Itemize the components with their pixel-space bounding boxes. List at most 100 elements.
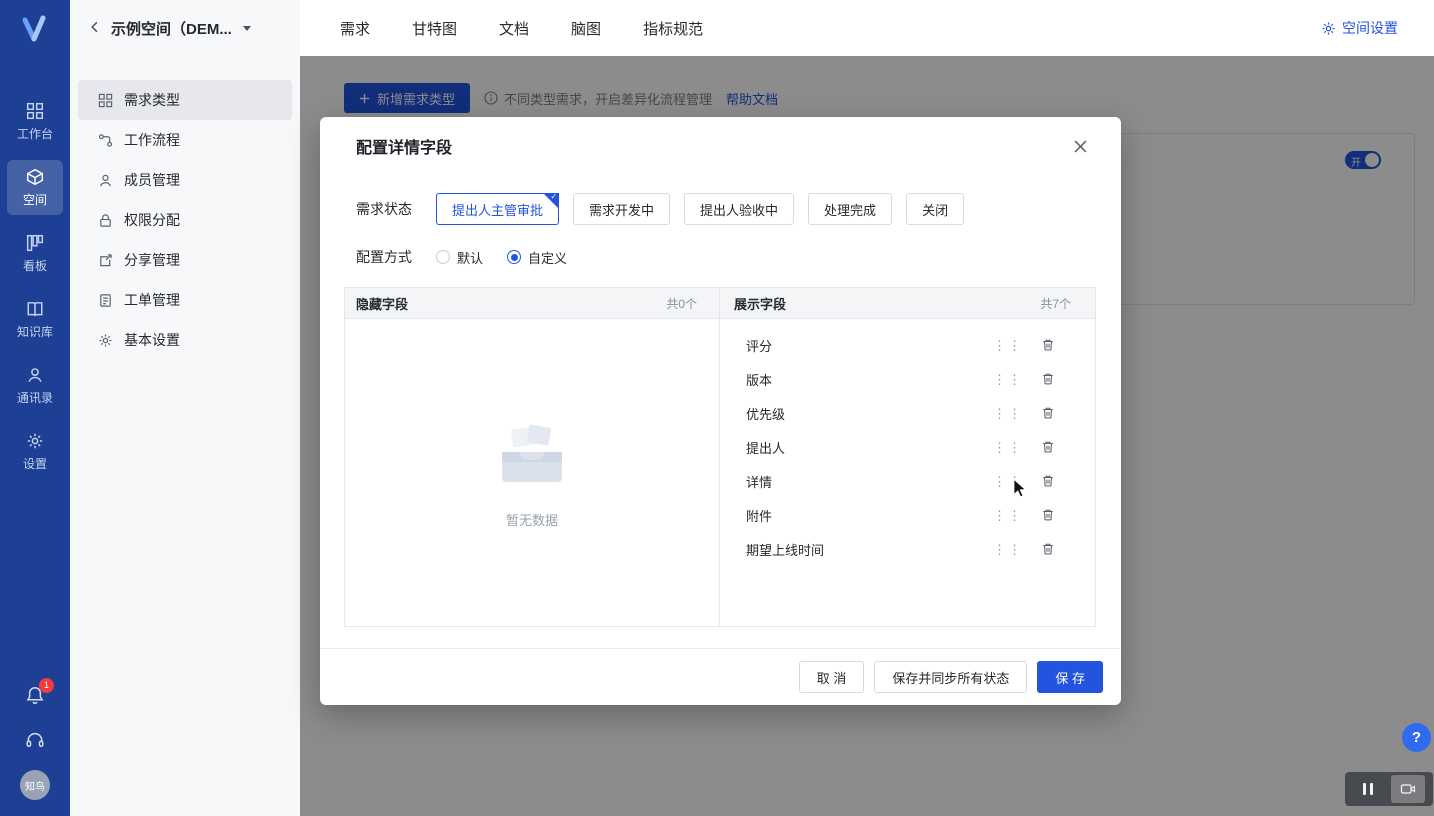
field-label: 版本 [746, 372, 773, 388]
sidebar-item-workflow[interactable]: 工作流程 [78, 120, 292, 160]
cancel-button[interactable]: 取 消 [798, 661, 865, 693]
drag-handle-icon[interactable]: ⋮⋮ [993, 373, 1023, 386]
field-row: 评分 ⋮⋮ [720, 328, 1095, 362]
tab-documents[interactable]: 文档 [499, 18, 529, 39]
pause-icon [1363, 783, 1366, 795]
drag-handle-icon[interactable]: ⋮⋮ [993, 509, 1023, 522]
knowledge-book-icon [27, 302, 43, 317]
radio-circle [436, 250, 450, 264]
status-tab-closed[interactable]: 关闭 [906, 193, 965, 225]
sidebar-item-space[interactable]: 空间 [7, 160, 63, 215]
trash-icon [1043, 475, 1053, 487]
app-logo-icon [22, 15, 46, 42]
modal-footer: 取 消 保存并同步所有状态 保 存 [320, 648, 1121, 705]
recorder-pause-button[interactable] [1345, 783, 1391, 795]
sidebar-item-kanban[interactable]: 看板 [7, 226, 63, 281]
drag-handle-icon[interactable]: ⋮⋮ [993, 339, 1023, 352]
sidebar-item-settings[interactable]: 设置 [7, 424, 63, 479]
sidebar-item-requirement-types[interactable]: 需求类型 [78, 80, 292, 120]
tab-gantt[interactable]: 甘特图 [412, 18, 457, 39]
tab-requirements[interactable]: 需求 [340, 18, 370, 39]
drag-handle-icon[interactable]: ⋮⋮ [993, 543, 1023, 556]
field-row: 附件 ⋮⋮ [720, 498, 1095, 532]
space-settings-gear-icon [1322, 22, 1335, 34]
sidebar-item-contacts[interactable]: 通讯录 [7, 358, 63, 413]
sidebar-item-tickets[interactable]: 工单管理 [78, 280, 292, 320]
sidebar-item-label: 知识库 [16, 325, 53, 339]
delete-field-button[interactable] [1041, 508, 1055, 522]
chevron-down-icon[interactable] [242, 25, 251, 31]
delete-field-button[interactable] [1041, 542, 1055, 556]
empty-state-text: 暂无数据 [505, 513, 558, 528]
delete-field-button[interactable] [1041, 406, 1055, 420]
camera-icon [1400, 784, 1416, 794]
workflow-icon [98, 133, 113, 147]
radio-custom[interactable]: 自定义 [507, 248, 567, 267]
recorder-camera-button[interactable] [1391, 775, 1425, 803]
notifications-button[interactable]: 1 [25, 678, 54, 710]
drag-handle-icon[interactable]: ⋮⋮ [993, 407, 1023, 420]
hidden-fields-count: 共0个 [666, 296, 697, 311]
status-label: 关闭 [922, 202, 949, 218]
drag-handle-icon[interactable]: ⋮⋮ [993, 441, 1023, 454]
sidebar-item-label: 分享管理 [124, 252, 180, 268]
user-avatar[interactable]: 知鸟 [20, 770, 50, 800]
space-settings-button[interactable]: 空间设置 [1321, 18, 1398, 38]
delete-field-button[interactable] [1041, 372, 1055, 386]
field-row: 详情 ⋮⋮ [720, 464, 1095, 498]
tab-mindmap[interactable]: 脑图 [571, 18, 601, 39]
fields-panel: 隐藏字段 共0个 展示字段 共7个 暂无数据 评分 ⋮⋮ 版本 ⋮⋮ 优先级 ⋮… [344, 287, 1096, 627]
help-button[interactable]: ? [1402, 723, 1431, 752]
status-tab-acceptance[interactable]: 提出人验收中 [684, 193, 795, 225]
app-logo[interactable] [18, 12, 52, 46]
app-root: 工作台 空间 看板 知识库 通讯录 设置 1 知鸟 示例空间（DEM... 需求… [0, 0, 1434, 816]
sidebar-item-label: 工作台 [16, 127, 53, 141]
main-header: 需求 甘特图 文档 脑图 指标规范 空间设置 [300, 0, 1434, 56]
sidebar-item-basic-settings[interactable]: 基本设置 [78, 320, 292, 360]
check-icon: ✓ [550, 192, 558, 201]
top-nav-tabs: 需求 甘特图 文档 脑图 指标规范 [340, 18, 703, 39]
modal-title: 配置详情字段 [356, 140, 453, 157]
save-button[interactable]: 保 存 [1037, 661, 1103, 693]
empty-state-illustration [502, 424, 562, 482]
tab-metrics[interactable]: 指标规范 [643, 18, 703, 39]
trash-icon [1043, 543, 1053, 555]
settings-gear-icon [27, 433, 43, 449]
config-row-label: 配置方式 [356, 249, 412, 265]
modal-close-button[interactable] [1070, 136, 1091, 157]
save-and-sync-button[interactable]: 保存并同步所有状态 [874, 661, 1028, 693]
sidebar-item-label: 空间 [22, 193, 47, 207]
sidebar-item-label: 成员管理 [124, 172, 180, 188]
sidebar-item-members[interactable]: 成员管理 [78, 160, 292, 200]
status-tab-supervisor-review[interactable]: 提出人主管审批 ✓ [436, 192, 560, 225]
radio-label: 自定义 [528, 250, 568, 266]
lock-icon [100, 213, 111, 227]
sidebar-item-sharing[interactable]: 分享管理 [78, 240, 292, 280]
configure-detail-fields-modal: 配置详情字段 需求状态 提出人主管审批 ✓ 需求开发中 提出人验收中 处理完成 [320, 117, 1121, 705]
sidebar-item-permissions[interactable]: 权限分配 [78, 200, 292, 240]
drag-handle-icon[interactable]: ⋮⋮ [993, 475, 1023, 488]
field-row: 版本 ⋮⋮ [720, 362, 1095, 396]
space-title[interactable]: 示例空间（DEM... [111, 18, 232, 39]
close-icon [1074, 140, 1087, 152]
delete-field-button[interactable] [1041, 338, 1055, 352]
sidebar-item-workbench[interactable]: 工作台 [7, 94, 63, 149]
sidebar-item-knowledge[interactable]: 知识库 [7, 292, 63, 347]
share-icon [100, 253, 112, 266]
space-sidebar: 示例空间（DEM... 需求类型 工作流程 成员管理 权限分配 分享管理 工单管… [70, 0, 300, 816]
status-tab-completed[interactable]: 处理完成 [808, 193, 893, 225]
sidebar-item-label: 通讯录 [16, 391, 53, 405]
hidden-fields-header: 隐藏字段 共0个 [345, 288, 720, 318]
kanban-icon [26, 234, 44, 252]
back-button[interactable] [88, 19, 102, 37]
support-button[interactable] [25, 730, 45, 750]
config-mode-row: 配置方式 默认 自定义 [320, 225, 1121, 267]
delete-field-button[interactable] [1041, 474, 1055, 488]
fields-panel-body: 暂无数据 评分 ⋮⋮ 版本 ⋮⋮ 优先级 ⋮⋮ 提出人 ⋮⋮ 详情 ⋮⋮ 附件 … [345, 319, 1095, 626]
contacts-icon [28, 368, 42, 383]
status-tab-in-development[interactable]: 需求开发中 [573, 193, 671, 225]
radio-default[interactable]: 默认 [436, 248, 483, 267]
delete-field-button[interactable] [1041, 440, 1055, 454]
status-label: 提出人验收中 [700, 202, 779, 218]
modal-header: 配置详情字段 [320, 117, 1121, 175]
